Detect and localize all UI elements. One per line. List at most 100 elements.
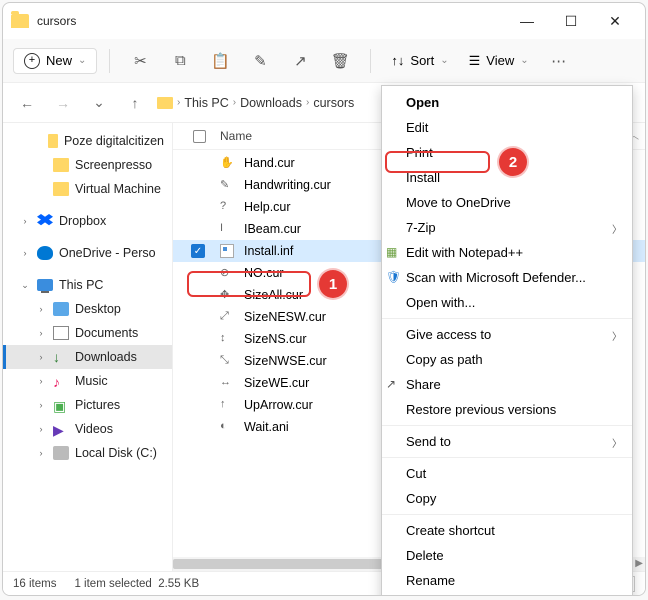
back-button[interactable]: ← (13, 89, 41, 117)
crumb-item[interactable]: This PC (184, 96, 228, 110)
sidebar-item-label: Screenpresso (75, 158, 152, 172)
ctx-create-shortcut[interactable]: Create shortcut (382, 518, 632, 543)
sidebar-item-poze-digitalcitizen[interactable]: Poze digitalcitizen (3, 129, 172, 153)
ctx-label: Give access to (406, 327, 491, 342)
annotation-badge-2: 2 (499, 148, 527, 176)
up-button[interactable]: ↑ (121, 89, 149, 117)
delete-button[interactable]: 🗑 (322, 45, 358, 77)
ctx-label: Cut (406, 466, 426, 481)
ctx-open[interactable]: Open (382, 90, 632, 115)
sidebar-item-label: Virtual Machine (75, 182, 161, 196)
inf-file-icon (220, 244, 234, 258)
expand-icon[interactable]: › (19, 248, 31, 258)
videos-icon: ▶ (53, 422, 69, 436)
breadcrumb[interactable]: › This PC › Downloads › cursors (157, 96, 354, 110)
column-name: Name (220, 129, 252, 143)
sidebar-item-label: Videos (75, 422, 113, 436)
ctx-edit-with-notepad-[interactable]: ▦Edit with Notepad++ (382, 240, 632, 265)
expand-icon[interactable]: › (35, 328, 47, 338)
dropbox-icon (37, 214, 53, 228)
cut-button[interactable]: ✂ (122, 45, 158, 77)
sidebar-item-pictures[interactable]: ›▣Pictures (3, 393, 172, 417)
folder-icon (157, 97, 173, 109)
ctx-open-with-[interactable]: Open with... (382, 290, 632, 315)
recent-button[interactable]: ⌄ (85, 89, 113, 117)
expand-icon[interactable]: › (35, 304, 47, 314)
ctx-share[interactable]: ↗Share (382, 372, 632, 397)
new-button[interactable]: + New ⌄ (13, 48, 97, 74)
ctx-send-to[interactable]: 〉Send to (382, 429, 632, 454)
sidebar-item-desktop[interactable]: ›Desktop (3, 297, 172, 321)
close-button[interactable]: ✕ (593, 6, 637, 36)
ctx-copy-as-path[interactable]: Copy as path (382, 347, 632, 372)
ctx-cut[interactable]: Cut (382, 461, 632, 486)
ctx-label: Edit with Notepad++ (406, 245, 523, 260)
ctx-edit[interactable]: Edit (382, 115, 632, 140)
cursor-file-icon: ⤢ (220, 310, 234, 324)
ctx-rename[interactable]: Rename (382, 568, 632, 593)
ctx-move-to-onedrive[interactable]: Move to OneDrive (382, 190, 632, 215)
rename-button[interactable]: ✎ (242, 45, 278, 77)
ctx-7-zip[interactable]: 〉7-Zip (382, 215, 632, 240)
window-folder-icon (11, 14, 29, 28)
ctx-label: Copy as path (406, 352, 483, 367)
sidebar-item-onedrive-perso[interactable]: ›OneDrive - Perso (3, 241, 172, 265)
new-label: New (46, 53, 72, 68)
defender-icon: 🛡 (386, 270, 400, 284)
select-all-checkbox[interactable] (193, 130, 206, 143)
forward-button[interactable]: → (49, 89, 77, 117)
expand-icon[interactable]: › (35, 352, 47, 362)
ctx-copy[interactable]: Copy (382, 486, 632, 511)
expand-icon[interactable]: › (35, 424, 47, 434)
paste-button[interactable]: 📋 (202, 45, 238, 77)
ctx-scan-with-microsoft-defender-[interactable]: 🛡 Scan with Microsoft Defender... (382, 265, 632, 290)
crumb-item[interactable]: cursors (313, 96, 354, 110)
sidebar-item-local-disk-c-[interactable]: › Local Disk (C:) (3, 441, 172, 465)
sidebar-item-label: Dropbox (59, 214, 106, 228)
more-button[interactable]: ⋯ (541, 45, 577, 77)
ctx-label: Scan with Microsoft Defender... (406, 270, 586, 285)
expand-icon[interactable]: › (35, 448, 47, 458)
file-checkbox[interactable]: ✓ (191, 244, 205, 258)
cursor-file-icon: ? (220, 200, 234, 214)
copy-button[interactable]: ⧉ (162, 45, 198, 77)
submenu-arrow-icon: 〉 (612, 328, 622, 343)
view-button[interactable]: ☰ View ⌄ (461, 49, 537, 73)
sidebar-item-downloads[interactable]: ›↓Downloads (3, 345, 172, 369)
sidebar-item-label: Local Disk (C:) (75, 446, 157, 460)
sidebar-item-videos[interactable]: › ▶ Videos (3, 417, 172, 441)
ctx-label: Share (406, 377, 441, 392)
sidebar-item-documents[interactable]: ›Documents (3, 321, 172, 345)
expand-icon[interactable]: ⌄ (19, 280, 31, 291)
share-button[interactable]: ↗ (282, 45, 318, 77)
sidebar-item-screenpresso[interactable]: Screenpresso (3, 153, 172, 177)
expand-icon[interactable]: › (35, 400, 47, 410)
sidebar-item-music[interactable]: ›♪Music (3, 369, 172, 393)
file-explorer-window: cursors — ☐ ✕ + New ⌄ ✂ ⧉ 📋 ✎ ↗ 🗑 ↑↓ Sor… (2, 2, 646, 596)
folder-icon (53, 158, 69, 172)
expand-icon[interactable]: › (19, 216, 31, 226)
sidebar-item-label: Downloads (75, 350, 137, 364)
annotation-badge-1: 1 (319, 270, 347, 298)
sidebar-item-virtual-machine[interactable]: Virtual Machine (3, 177, 172, 201)
file-name: Wait.ani (244, 420, 289, 434)
expand-icon[interactable]: › (35, 376, 47, 386)
ctx-restore-previous-versions[interactable]: Restore previous versions (382, 397, 632, 422)
minimize-button[interactable]: — (505, 6, 549, 36)
ctx-label: Copy (406, 491, 436, 506)
ctx-give-access-to[interactable]: 〉 Give access to (382, 322, 632, 347)
pictures-icon: ▣ (53, 398, 69, 412)
maximize-button[interactable]: ☐ (549, 6, 593, 36)
toolbar: + New ⌄ ✂ ⧉ 📋 ✎ ↗ 🗑 ↑↓ Sort ⌄ ☰ View ⌄ ⋯ (3, 39, 645, 83)
sidebar-item-dropbox[interactable]: › Dropbox (3, 209, 172, 233)
ctx-delete[interactable]: Delete (382, 543, 632, 568)
file-name: NO.cur (244, 266, 284, 280)
sort-button[interactable]: ↑↓ Sort ⌄ (383, 49, 456, 72)
sort-icon: ↑↓ (391, 53, 404, 68)
ctx-label: Move to OneDrive (406, 195, 511, 210)
crumb-item[interactable]: Downloads (240, 96, 302, 110)
sidebar-item-label: Poze digitalcitizen (64, 134, 164, 148)
sidebar-item-this-pc[interactable]: ⌄This PC (3, 273, 172, 297)
titlebar: cursors — ☐ ✕ (3, 3, 645, 39)
cursor-file-icon: ✥ (220, 288, 234, 302)
